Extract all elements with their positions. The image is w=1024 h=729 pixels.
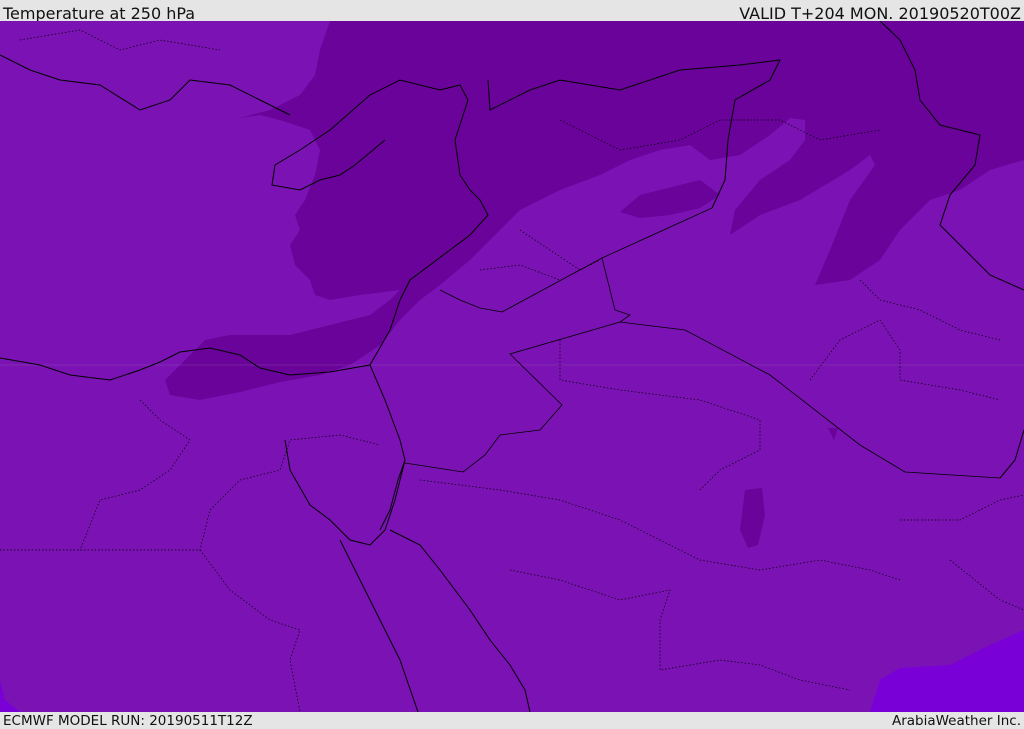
model-run-label: ECMWF MODEL RUN: 20190511T12Z <box>3 713 253 729</box>
credit-label: ArabiaWeather Inc. <box>891 713 1021 729</box>
header-bar: Temperature at 250 hPa VALID T+204 MON. … <box>0 0 1024 23</box>
footer-bar: ECMWF MODEL RUN: 20190511T12Z ArabiaWeat… <box>0 712 1024 729</box>
temperature-map[interactable] <box>0 21 1024 712</box>
